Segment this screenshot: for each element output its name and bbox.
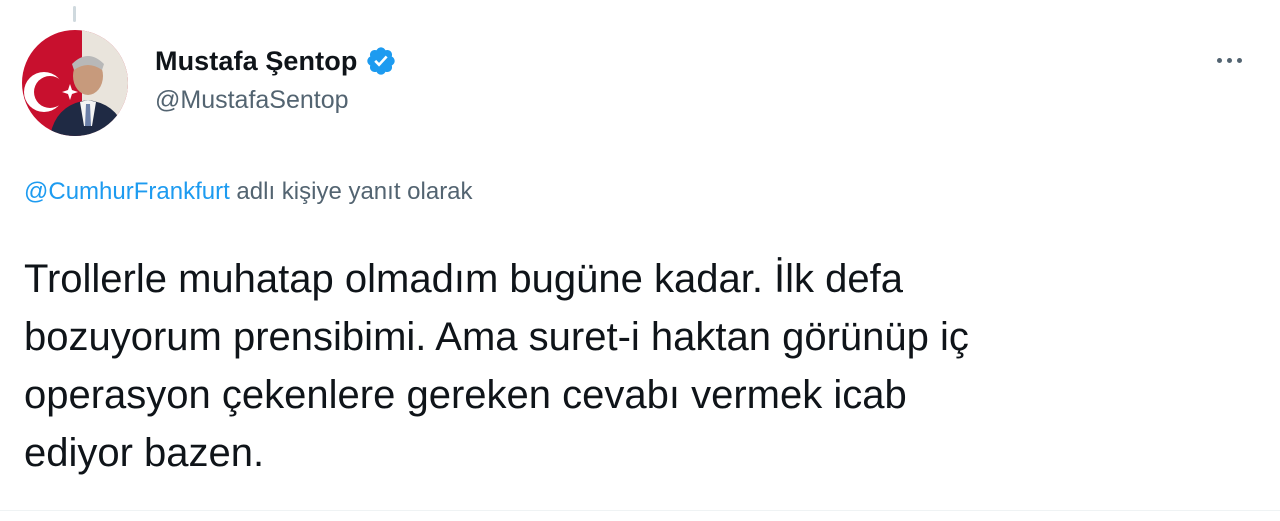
reply-context: @CumhurFrankfurt adlı kişiye yanıt olara… [24,178,473,206]
author-block: Mustafa Şentop @MustafaSentop [155,42,397,115]
avatar-photo [22,30,128,136]
tweet-text-line: Trollerle muhatap olmadım bugüne kadar. … [24,257,904,301]
tweet-card: Mustafa Şentop @MustafaSentop @CumhurFra… [0,0,1280,521]
display-name[interactable]: Mustafa Şentop [155,46,357,77]
verified-badge-icon [365,45,397,77]
reply-mention-link[interactable]: @CumhurFrankfurt [24,178,230,205]
tweet-text: Trollerle muhatap olmadım bugüne kadar. … [24,250,1244,482]
thread-connector-line [73,6,76,22]
tweet-text-line: bozuyorum prensibimi. Ama suret-i haktan… [24,315,969,359]
author-handle[interactable]: @MustafaSentop [155,86,397,115]
tweet-text-line: ediyor bazen. [24,431,265,475]
dot [1216,57,1222,63]
dot [1226,57,1232,63]
tweet-text-line: operasyon çekenlere gereken cevabı verme… [24,373,907,417]
display-name-row: Mustafa Şentop [155,42,397,80]
divider [0,510,1280,511]
reply-context-suffix: adlı kişiye yanıt olarak [229,178,473,205]
more-options-icon[interactable] [1206,46,1252,74]
dot [1236,57,1242,63]
avatar[interactable] [22,30,128,136]
